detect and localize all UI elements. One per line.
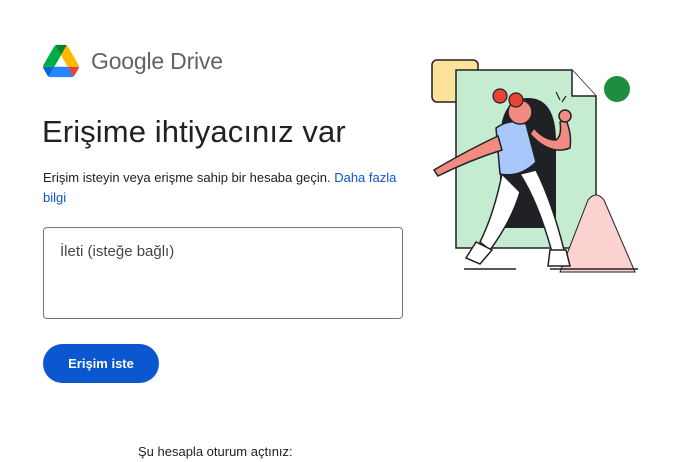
description: Erişim isteyin veya erişme sahip bir hes…	[43, 168, 408, 208]
request-access-page: Google Drive Erişime ihtiyacınız var Eri…	[0, 0, 695, 462]
google-drive-logo-icon	[43, 44, 79, 78]
brand-header: Google Drive	[43, 44, 223, 78]
signed-in-text: Şu hesapla oturum açtınız:	[138, 444, 293, 459]
person-illustration	[431, 59, 638, 273]
brand-name: Google Drive	[91, 47, 223, 74]
message-input[interactable]	[43, 227, 403, 319]
request-access-button[interactable]: Erişim iste	[43, 344, 159, 383]
page-title: Erişime ihtiyacınız var	[42, 114, 346, 149]
description-text: Erişim isteyin veya erişme sahip bir hes…	[43, 170, 331, 185]
